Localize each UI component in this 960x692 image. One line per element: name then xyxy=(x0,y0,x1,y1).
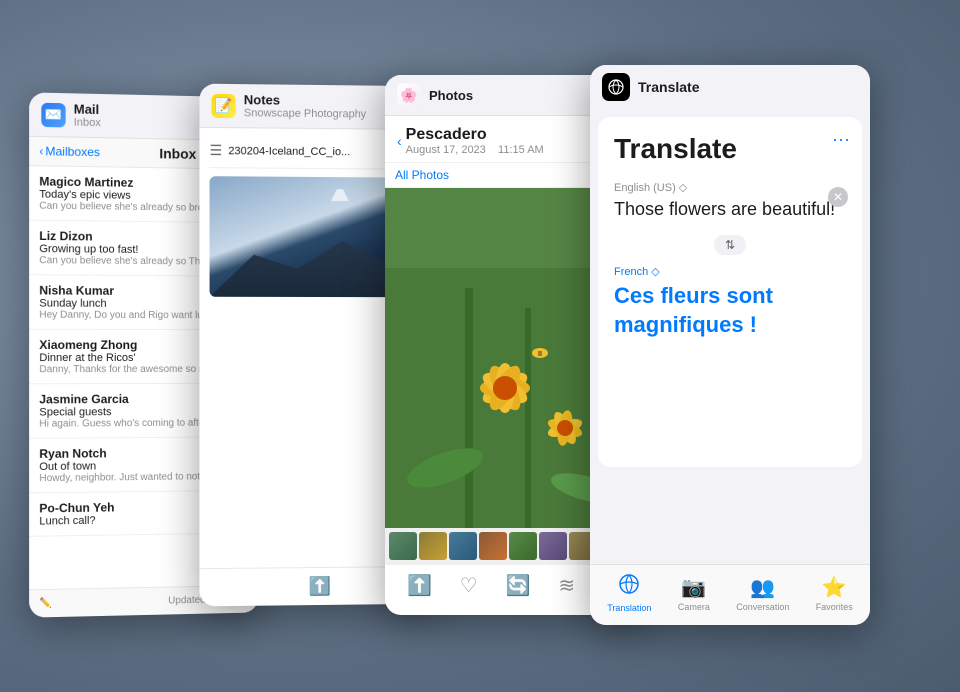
snow-cap xyxy=(310,189,370,219)
photo-thumb-6[interactable] xyxy=(539,532,567,560)
photos-date: August 17, 2023 11:15 AM xyxy=(406,144,544,156)
photo-thumb-5[interactable] xyxy=(509,532,537,560)
notes-share-icon[interactable]: ⬆️ xyxy=(309,576,331,597)
translate-source-lang-label[interactable]: English (US) ◇ xyxy=(614,181,846,194)
translate-source-text: Those flowers are beautiful! xyxy=(614,198,846,221)
conversation-tab-label: Conversation xyxy=(736,602,789,612)
translate-swap-divider: ⇅ xyxy=(614,225,846,265)
photos-card-title: Photos xyxy=(429,88,473,103)
photos-rotate-button[interactable]: 🔄 xyxy=(506,573,531,598)
mailboxes-back-button[interactable]: ‹ Mailboxes xyxy=(39,144,100,159)
notes-filename: 230204-Iceland_CC_io... xyxy=(228,145,350,158)
conversation-tab-icon: 👥 xyxy=(750,575,775,600)
translate-tabbar: Translation 📷 Camera 👥 Conversation ⭐ Fa… xyxy=(590,564,870,625)
photo-thumb-1[interactable] xyxy=(389,532,417,560)
photo-thumb-4[interactable] xyxy=(479,532,507,560)
photo-thumb-2[interactable] xyxy=(419,532,447,560)
translate-card-header: Translate xyxy=(590,65,870,109)
translation-tab-label: Translation xyxy=(607,603,651,613)
camera-tab-icon: 📷 xyxy=(681,575,706,600)
translate-card-title: Translate xyxy=(638,79,699,95)
notes-list-icon: ☰ xyxy=(210,142,223,159)
mail-card-title: Mail xyxy=(74,101,101,117)
translate-tab-translation[interactable]: Translation xyxy=(607,573,651,613)
translate-main-body: ··· Translate English (US) ◇ Those flowe… xyxy=(598,117,862,467)
translate-clear-button[interactable]: ✕ xyxy=(828,187,848,207)
translate-title: Translate xyxy=(614,133,846,165)
favorites-tab-icon: ⭐ xyxy=(822,575,847,600)
translate-app-icon xyxy=(602,73,630,101)
photos-back-chevron[interactable]: ‹ xyxy=(397,133,402,149)
translate-target-lang-label[interactable]: French ◇ xyxy=(614,265,846,278)
translate-tab-camera[interactable]: 📷 Camera xyxy=(678,575,710,612)
translate-result-text: Ces fleurs sont magnifiques ! xyxy=(614,282,846,339)
translate-icon-svg xyxy=(608,79,624,95)
photos-app-icon: 🌸 xyxy=(397,83,421,107)
translation-tab-icon xyxy=(618,573,640,601)
photo-thumb-3[interactable] xyxy=(449,532,477,560)
translate-tab-favorites[interactable]: ⭐ Favorites xyxy=(816,575,853,612)
translate-tab-conversation[interactable]: 👥 Conversation xyxy=(736,575,789,612)
translate-more-button[interactable]: ··· xyxy=(832,129,850,150)
photos-favorite-button[interactable]: ♡ xyxy=(460,573,478,598)
photos-location: Pescadero xyxy=(406,126,544,144)
notes-card-subtitle: Snowscape Photography xyxy=(244,107,366,120)
notes-app-icon: 📝 xyxy=(212,93,236,117)
mail-app-icon: ✉️ xyxy=(41,102,65,127)
favorites-tab-label: Favorites xyxy=(816,602,853,612)
photos-share-button[interactable]: ⬆️ xyxy=(407,573,432,598)
translate-app-card[interactable]: Translate ··· Translate English (US) ◇ T… xyxy=(590,65,870,625)
mail-inbox-title: Inbox xyxy=(159,145,196,162)
mail-compose-icon[interactable]: ✏️ xyxy=(39,598,52,609)
camera-tab-label: Camera xyxy=(678,602,710,612)
translate-swap-icon[interactable]: ⇅ xyxy=(714,235,746,255)
mail-card-subtitle: Inbox xyxy=(74,117,101,130)
photos-filter-button[interactable]: ≋ xyxy=(558,573,575,598)
notes-card-title: Notes xyxy=(244,92,366,108)
svg-text:⇅: ⇅ xyxy=(725,238,735,252)
photos-all-photos-button[interactable]: All Photos xyxy=(395,168,449,182)
